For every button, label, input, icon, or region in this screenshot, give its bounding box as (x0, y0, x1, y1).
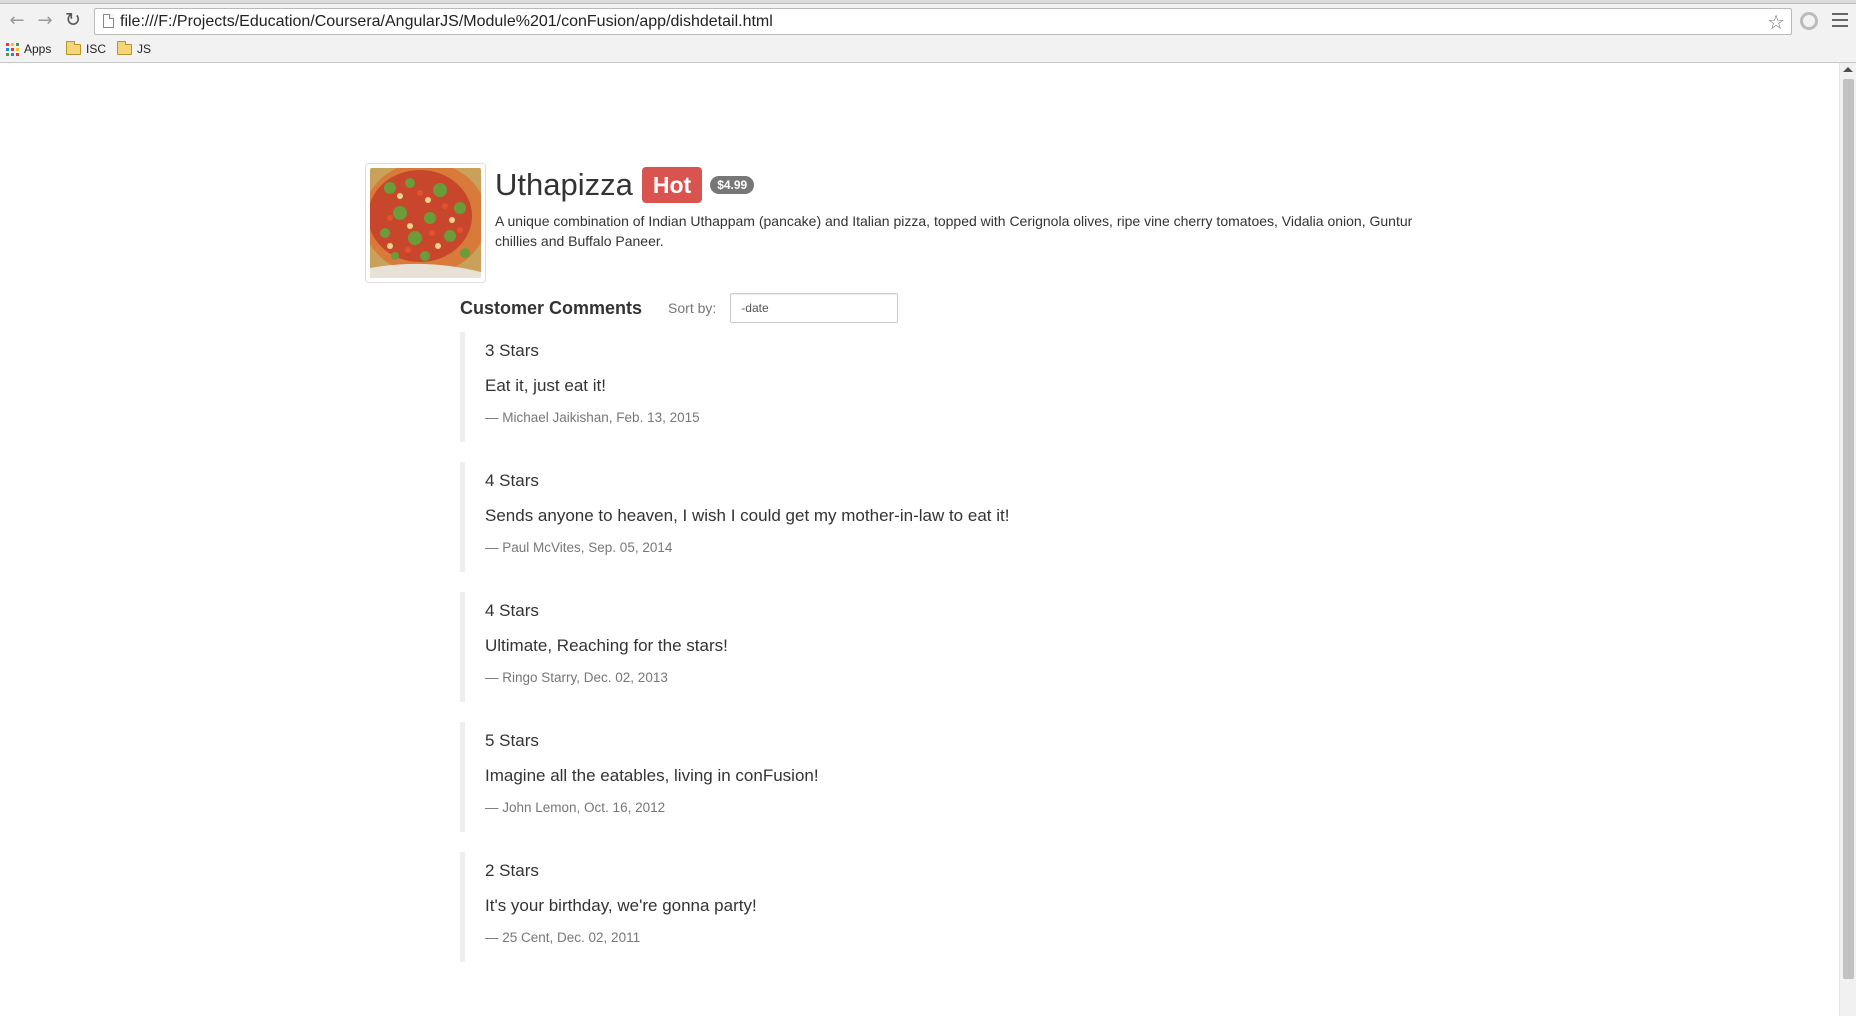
scroll-up-arrow-icon[interactable] (1843, 67, 1853, 72)
dish-name: Uthapizza (495, 167, 633, 202)
comment-item: 5 Stars Imagine all the eatables, living… (460, 722, 1160, 832)
comment-text: Eat it, just eat it! (485, 376, 606, 395)
dish-heading: Uthapizza Hot $4.99 (495, 163, 1455, 207)
forward-arrow-icon[interactable]: → (32, 8, 58, 32)
comment-author: — Paul McVites, Sep. 05, 2014 (485, 540, 673, 555)
bookmark-star-icon[interactable]: ☆ (1767, 10, 1785, 34)
folder-icon (117, 40, 132, 55)
folder-icon (66, 40, 81, 55)
url-text[interactable]: file:///F:/Projects/Education/Coursera/A… (120, 13, 773, 31)
address-bar[interactable]: file:///F:/Projects/Education/Coursera/A… (94, 8, 1792, 35)
comment-author: — John Lemon, Oct. 16, 2012 (485, 800, 666, 815)
page-content: Uthapizza Hot $4.99 A unique combination… (0, 63, 1839, 1016)
comment-item: 4 Stars Ultimate, Reaching for the stars… (460, 592, 1160, 702)
comment-rating: 4 Stars (485, 471, 539, 490)
comment-rating: 3 Stars (485, 341, 539, 360)
comments-list: 3 Stars Eat it, just eat it! — Michael J… (460, 332, 1160, 982)
dish-thumbnail (365, 163, 486, 283)
comment-text: It's your birthday, we're gonna party! (485, 896, 757, 915)
bookmark-label: ISC (86, 42, 107, 56)
comment-item: 3 Stars Eat it, just eat it! — Michael J… (460, 332, 1160, 442)
dish-description: A unique combination of Indian Uthappam … (495, 213, 1413, 249)
dish-details: Uthapizza Hot $4.99 A unique combination… (495, 163, 1455, 251)
bookmarks-bar: Apps ISC JS (0, 38, 1856, 62)
comment-rating: 5 Stars (485, 731, 539, 750)
comment-item: 4 Stars Sends anyone to heaven, I wish I… (460, 462, 1160, 572)
dish-label-badge: Hot (641, 167, 703, 203)
comment-text: Imagine all the eatables, living in conF… (485, 766, 819, 785)
scroll-thumb[interactable] (1843, 79, 1854, 979)
sort-label: Sort by: (668, 300, 717, 316)
sort-input[interactable] (730, 293, 899, 323)
comment-author: — Michael Jaikishan, Feb. 13, 2015 (485, 410, 700, 425)
comment-item: 2 Stars It's your birthday, we're gonna … (460, 852, 1160, 962)
comments-header: Customer Comments Sort by: (460, 293, 899, 323)
bookmark-isc[interactable]: ISC (66, 40, 106, 58)
apps-grid-icon (6, 42, 19, 56)
browser-toolbar: ← → ↻ file:///F:/Projects/Education/Cour… (0, 4, 1856, 38)
reload-icon[interactable]: ↻ (60, 8, 86, 32)
comment-rating: 4 Stars (485, 601, 539, 620)
comments-title: Customer Comments (460, 297, 643, 318)
back-arrow-icon[interactable]: ← (4, 8, 30, 32)
browser-chrome: ← → ↻ file:///F:/Projects/Education/Cour… (0, 0, 1856, 63)
extension-icon[interactable] (1800, 12, 1818, 30)
bookmark-label: JS (137, 42, 152, 56)
comment-text: Ultimate, Reaching for the stars! (485, 636, 728, 655)
bookmark-apps[interactable]: Apps (6, 40, 51, 58)
pizza-image (370, 168, 481, 278)
menu-icon[interactable] (1832, 13, 1848, 27)
comment-author: — Ringo Starry, Dec. 02, 2013 (485, 670, 668, 685)
bookmark-label: Apps (24, 42, 52, 56)
bookmark-js[interactable]: JS (117, 40, 151, 58)
page-icon (103, 14, 114, 28)
page-scrollbar[interactable] (1839, 63, 1856, 1016)
comment-author: — 25 Cent, Dec. 02, 2011 (485, 930, 641, 945)
comment-text: Sends anyone to heaven, I wish I could g… (485, 506, 1010, 525)
pizza-photo (370, 168, 481, 278)
comment-rating: 2 Stars (485, 861, 539, 880)
dish-price-badge: $4.99 (710, 176, 755, 194)
